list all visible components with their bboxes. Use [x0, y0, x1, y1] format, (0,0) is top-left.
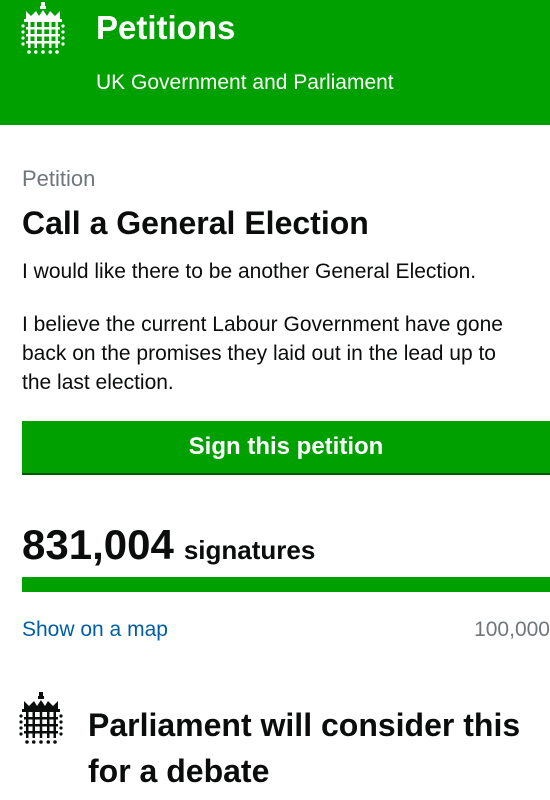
debate-status-text: Parliament will consider this for a deba… — [88, 707, 521, 789]
petition-details: I believe the current Labour Government … — [22, 313, 503, 394]
show-on-map-link[interactable]: Show on a map — [22, 616, 168, 644]
petition-title: Call a General Election — [22, 205, 369, 241]
petition-summary: I would like there to be another General… — [22, 260, 477, 283]
portcullis-icon — [19, 692, 63, 744]
site-subtitle: UK Government and Parliament — [96, 71, 394, 94]
signature-count: 831,004 signatures — [22, 520, 315, 570]
site-title-link[interactable]: Petitions — [96, 8, 235, 48]
portcullis-icon[interactable] — [20, 2, 66, 56]
signature-threshold: 100,000 — [474, 618, 550, 641]
petition-kicker: Petition — [22, 166, 96, 191]
site-header: Petitions UK Government and Parliament — [0, 0, 550, 125]
signature-count-number: 831,004 — [22, 521, 174, 568]
sign-petition-button[interactable]: Sign this petition — [22, 421, 550, 473]
signature-count-label: signatures — [183, 535, 316, 565]
signature-progress-bar — [22, 577, 550, 592]
signature-progress-fill — [22, 577, 550, 592]
